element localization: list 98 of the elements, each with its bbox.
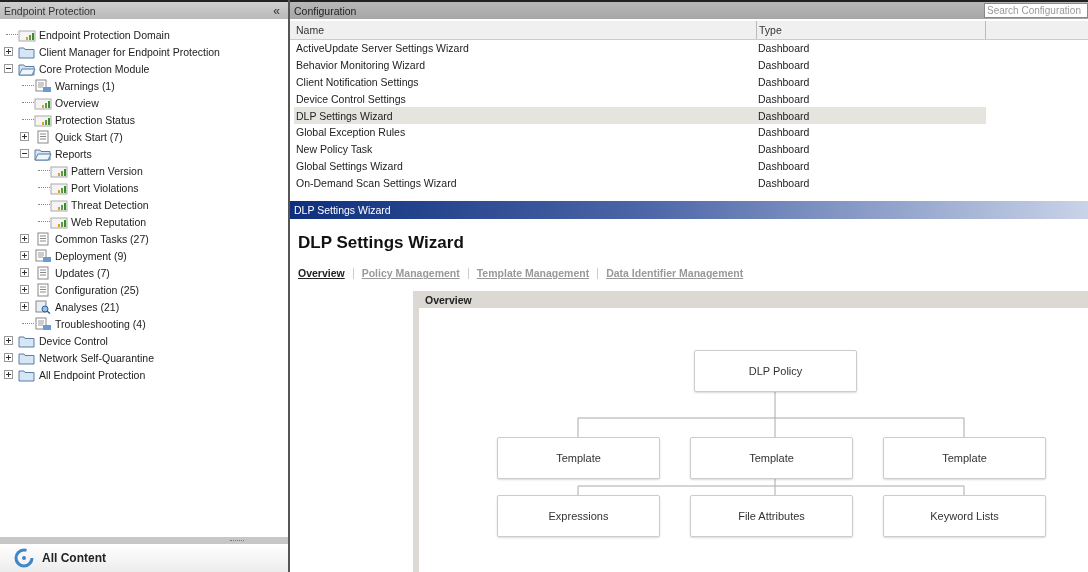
table-cell-text: On-Demand Scan Settings Wizard — [295, 176, 458, 189]
table-cell-text: Dashboard — [757, 143, 811, 156]
tree-item[interactable]: Client Manager for Endpoint Protection — [39, 45, 220, 58]
table-row[interactable]: New Policy Task Dashboard — [294, 140, 986, 158]
configuration-title: Configuration — [294, 4, 357, 17]
table-cell-text: New Policy Task — [295, 143, 374, 156]
folder-icon — [18, 333, 36, 348]
table-row[interactable]: Behavior Monitoring Wizard Dashboard — [294, 56, 986, 74]
diagram-node: Expressions — [497, 495, 660, 538]
folder-icon — [18, 367, 36, 382]
folder-icon — [18, 350, 36, 365]
expander-toggle[interactable] — [20, 268, 29, 277]
table-cell-text: Dashboard — [757, 42, 811, 55]
tree-item[interactable]: Configuration (25) — [55, 283, 140, 296]
expander-toggle[interactable] — [20, 234, 29, 243]
table-row[interactable]: Client Notification Settings Dashboard — [294, 73, 986, 91]
tree-item[interactable]: Deployment (9) — [55, 249, 127, 262]
diagram-node: Keyword Lists — [883, 495, 1046, 538]
document-icon — [34, 248, 52, 263]
tree-item[interactable]: Troubleshooting (4) — [55, 317, 146, 330]
diagram-node: Template — [690, 437, 853, 480]
table-row[interactable]: Global Settings Wizard Dashboard — [294, 157, 986, 175]
circle-logo-icon — [14, 548, 34, 568]
tree-item[interactable]: Updates (7) — [55, 266, 110, 279]
folder-icon — [18, 44, 36, 59]
open-folder-icon — [34, 146, 52, 161]
table-cell-text: Dashboard — [757, 59, 811, 72]
expander-toggle[interactable] — [20, 149, 29, 158]
table-cell-text: Global Exception Rules — [295, 126, 407, 139]
expander-toggle[interactable] — [4, 64, 13, 73]
table-row[interactable]: On-Demand Scan Settings Wizard Dashboard — [294, 174, 986, 192]
bar-chart-icon — [34, 95, 52, 110]
table-cell-text: Behavior Monitoring Wizard — [295, 59, 426, 72]
expander-toggle[interactable] — [20, 302, 29, 311]
collapse-button[interactable]: « — [269, 3, 284, 18]
tree-item[interactable]: Core Protection Module — [39, 62, 150, 75]
expander-toggle[interactable] — [20, 132, 29, 141]
magnifier-icon — [34, 299, 52, 314]
expander-toggle[interactable] — [4, 336, 13, 345]
tree-item[interactable]: Reports — [55, 147, 92, 160]
tree-item[interactable]: Pattern Version — [71, 164, 143, 177]
table-cell-text: Dashboard — [757, 126, 811, 139]
column-header[interactable]: Type — [757, 21, 986, 39]
list-icon — [34, 129, 52, 144]
tree-item[interactable]: Common Tasks (27) — [55, 232, 149, 245]
table-cell-text: ActiveUpdate Server Settings Wizard — [295, 42, 470, 55]
bar-chart-icon — [50, 214, 68, 229]
tree-item[interactable]: Web Reputation — [71, 215, 147, 228]
bar-chart-icon — [50, 197, 68, 212]
tree-item[interactable]: Protection Status — [55, 113, 135, 126]
tree-item[interactable]: Quick Start (7) — [55, 130, 123, 143]
expander-toggle[interactable] — [4, 370, 13, 379]
tree-item[interactable]: Warnings (1) — [55, 79, 115, 92]
table-cell-text: DLP Settings Wizard — [295, 109, 394, 122]
open-folder-icon — [18, 61, 36, 76]
diagram-node: Template — [883, 437, 1046, 480]
table-row[interactable]: Device Control Settings Dashboard — [294, 90, 986, 108]
list-icon — [34, 265, 52, 280]
tab-link[interactable]: Overview — [298, 267, 345, 280]
wizard-heading: DLP Settings Wizard — [298, 233, 465, 254]
table-row[interactable]: ActiveUpdate Server Settings Wizard Dashboard — [294, 40, 986, 57]
table-cell-text: Dashboard — [757, 76, 811, 88]
wizard-window-title: DLP Settings Wizard — [294, 204, 391, 217]
table-cell-text: Dashboard — [757, 92, 811, 105]
tree-item[interactable]: All Endpoint Protection — [39, 368, 146, 381]
bar-chart-icon — [34, 112, 52, 127]
table-row[interactable]: DLP Settings Wizard Dashboard — [294, 107, 986, 124]
table-cell-text: Dashboard — [757, 176, 811, 189]
bar-chart-icon — [50, 180, 68, 195]
tree-item[interactable]: Device Control — [39, 334, 108, 347]
footer-title[interactable]: All Content — [42, 551, 106, 565]
expander-toggle[interactable] — [20, 285, 29, 294]
tree-item[interactable]: Endpoint Protection Domain — [39, 28, 170, 41]
diagram-node: Template — [497, 437, 660, 480]
diagram-node: DLP Policy — [694, 350, 857, 393]
table-cell-text: Device Control Settings — [295, 92, 407, 105]
panel-title: Overview — [425, 293, 472, 306]
table-cell-text: Dashboard — [757, 159, 811, 172]
search-field[interactable]: Search Configuration — [984, 3, 1088, 18]
tree-item[interactable]: Overview — [55, 96, 99, 109]
column-header[interactable]: Name — [294, 21, 757, 39]
tree-item[interactable]: Port Violations — [71, 181, 139, 194]
expander-toggle[interactable] — [20, 251, 29, 260]
tree-item[interactable]: Network Self-Quarantine — [39, 351, 154, 364]
expander-toggle[interactable] — [4, 353, 13, 362]
diagram-node: File Attributes — [690, 495, 853, 538]
bar-chart-icon — [18, 27, 36, 42]
table-cell-text: Global Settings Wizard — [295, 159, 404, 172]
table-cell-text: Dashboard — [757, 109, 811, 122]
tree-item[interactable]: Threat Detection — [71, 198, 149, 211]
tree-item[interactable]: Analyses (21) — [55, 300, 120, 313]
bar-chart-icon — [50, 163, 68, 178]
table-cell-text: Client Notification Settings — [295, 76, 420, 88]
expander-toggle[interactable] — [4, 47, 13, 56]
sidebar-title: Endpoint Protection — [4, 4, 96, 17]
list-icon — [34, 282, 52, 297]
table-row[interactable]: Global Exception Rules Dashboard — [294, 124, 986, 141]
list-icon — [34, 231, 52, 246]
